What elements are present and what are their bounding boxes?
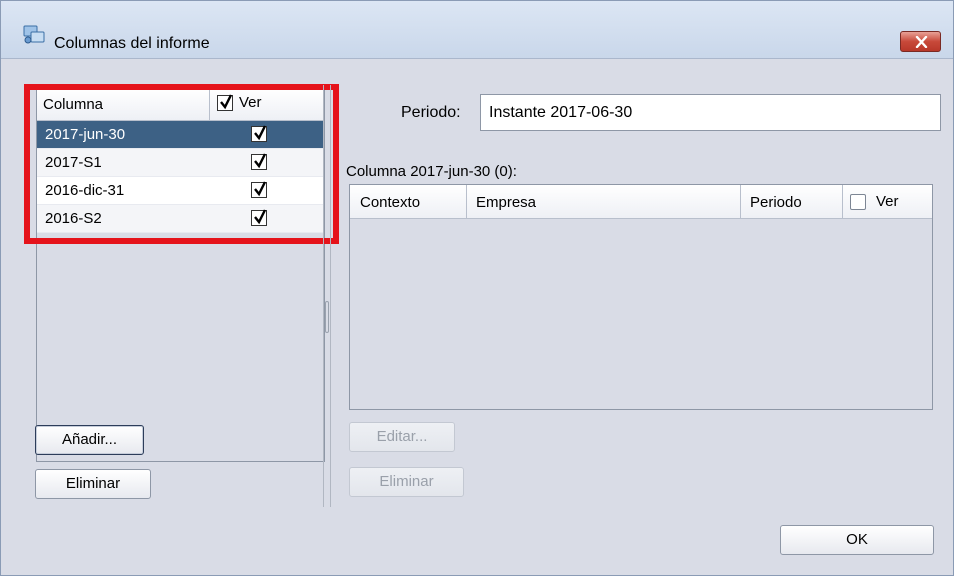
table-row[interactable]: 2016-dic-31 (37, 177, 324, 205)
ok-button[interactable]: OK (780, 525, 934, 555)
periodo-field[interactable]: Instante 2017-06-30 (480, 94, 941, 131)
window-title: Columnas del informe (54, 35, 210, 52)
table-row[interactable]: 2017-jun-30 (37, 121, 324, 149)
checkmark-icon (254, 181, 267, 197)
checkmark-icon (254, 153, 267, 169)
header-contexto[interactable]: Contexto (360, 194, 420, 211)
dialog-content: Columna Ver 2017-jun-30 2017-S1 2016-dic… (10, 61, 946, 571)
checkmark-icon (254, 125, 267, 141)
row-label: 2016-dic-31 (45, 182, 125, 199)
remove-context-button[interactable]: Eliminar (349, 467, 464, 497)
row-ver-checkbox[interactable] (251, 209, 267, 226)
ver-all-checkbox[interactable] (217, 93, 233, 111)
header-empresa[interactable]: Empresa (476, 194, 536, 211)
header-divider (842, 185, 843, 219)
splitter-grip[interactable] (325, 301, 329, 333)
dialog-window: Columnas del informe Columna Ver 2017-ju… (0, 0, 954, 576)
remove-column-button[interactable]: Eliminar (35, 469, 151, 499)
periodo-label: Periodo: (401, 104, 461, 121)
close-button[interactable] (900, 31, 941, 52)
column-detail-table: Contexto Empresa Periodo Ver (349, 184, 933, 410)
checkmark-icon (220, 93, 233, 109)
app-icon (23, 25, 45, 44)
row-ver-checkbox[interactable] (251, 181, 267, 198)
row-label: 2016-S2 (45, 210, 102, 227)
table-row[interactable]: 2016-S2 (37, 205, 324, 233)
row-label: 2017-jun-30 (45, 126, 126, 143)
table-row[interactable]: 2017-S1 (37, 149, 324, 177)
header-divider (740, 185, 741, 219)
row-label: 2017-S1 (45, 154, 102, 171)
checkmark-icon (254, 209, 267, 225)
header-divider (466, 185, 467, 219)
ver-all-checkbox[interactable] (850, 193, 866, 210)
column-header-ver[interactable]: Ver (217, 93, 262, 111)
edit-button[interactable]: Editar... (349, 422, 455, 452)
split-pane-divider[interactable] (323, 85, 331, 507)
add-column-button[interactable]: Añadir... (35, 425, 144, 455)
header-periodo[interactable]: Periodo (750, 194, 802, 211)
row-ver-checkbox[interactable] (251, 125, 267, 142)
header-ver[interactable]: Ver (850, 193, 899, 210)
column-header-columna[interactable]: Columna (43, 96, 103, 113)
columns-table: Columna Ver 2017-jun-30 2017-S1 2016-dic… (36, 88, 325, 462)
header-divider (209, 89, 210, 121)
title-bar[interactable]: Columnas del informe (1, 1, 953, 59)
ver-header-label: Ver (239, 94, 262, 111)
close-icon (915, 36, 928, 48)
column-detail-header: Contexto Empresa Periodo Ver (350, 185, 932, 219)
ver-header-label: Ver (876, 193, 899, 210)
row-ver-checkbox[interactable] (251, 153, 267, 170)
column-detail-caption: Columna 2017-jun-30 (0): (346, 163, 517, 180)
columns-list: 2017-jun-30 2017-S1 2016-dic-31 2016-S2 (37, 121, 324, 233)
columns-table-header: Columna Ver (37, 89, 324, 121)
